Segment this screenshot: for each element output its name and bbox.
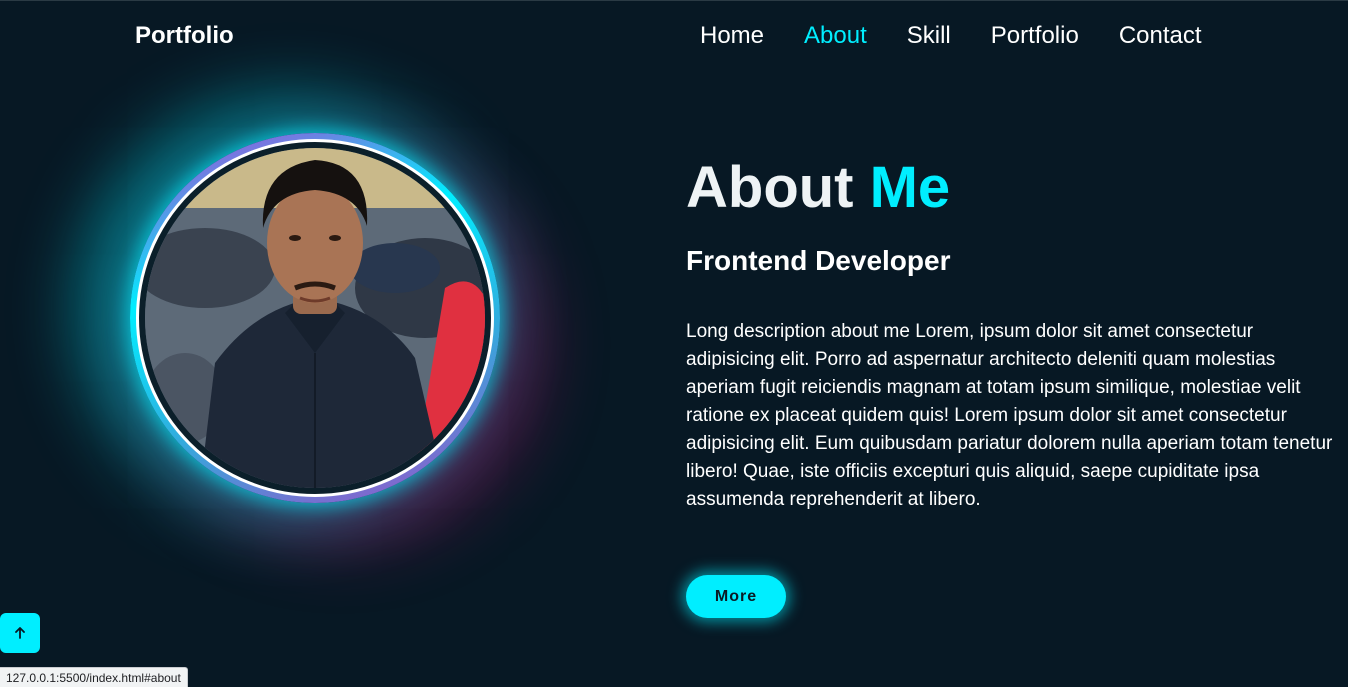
browser-status-url: 127.0.0.1:5500/index.html#about	[0, 667, 188, 687]
about-description: Long description about me Lorem, ipsum d…	[686, 321, 1333, 510]
nav-contact[interactable]: Contact	[1119, 21, 1202, 51]
profile-photo	[145, 148, 485, 488]
main-nav: Home About Skill Portfolio Contact	[700, 21, 1202, 51]
profile-photo-illustration	[145, 148, 485, 488]
about-title: About Me	[686, 153, 950, 223]
about-title-accent: Me	[869, 155, 951, 220]
header: Portfolio Home About Skill Portfolio Con…	[0, 1, 1348, 73]
about-subtitle: Frontend Developer	[686, 245, 951, 276]
nav-home[interactable]: Home	[700, 21, 764, 51]
nav-about[interactable]: About	[804, 21, 867, 51]
logo[interactable]: Portfolio	[135, 22, 234, 50]
scroll-top-button[interactable]	[0, 613, 40, 653]
about-title-main: About	[686, 155, 870, 220]
nav-portfolio[interactable]: Portfolio	[991, 21, 1079, 51]
nav-skill[interactable]: Skill	[907, 21, 951, 51]
arrow-up-icon	[15, 627, 25, 639]
more-button[interactable]: More	[686, 575, 786, 618]
about-page: Portfolio Home About Skill Portfolio Con…	[0, 0, 1348, 687]
